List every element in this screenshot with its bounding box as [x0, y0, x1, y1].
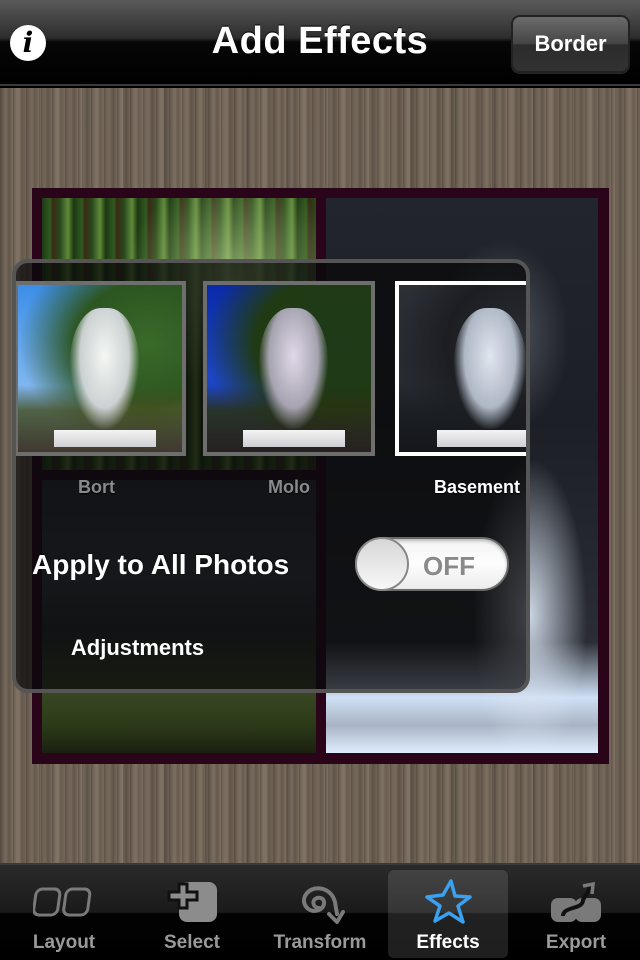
- tab-layout[interactable]: Layout: [4, 870, 124, 958]
- tab-effects[interactable]: Effects: [388, 870, 508, 958]
- effect-label-basement: Basement: [434, 477, 521, 497]
- effects-thumbnail-strip[interactable]: Bort Molo Basement: [16, 281, 526, 501]
- statue-figure: [259, 308, 329, 429]
- star-icon: [388, 878, 508, 926]
- export-icon: [516, 878, 636, 926]
- effect-preview-image: [399, 285, 526, 452]
- tab-label: Select: [164, 932, 220, 953]
- border-button[interactable]: Border: [511, 15, 630, 73]
- tab-bar: Layout Select Transform Effects Export: [0, 863, 640, 960]
- tab-label: Layout: [32, 932, 96, 953]
- layout-icon: [4, 878, 124, 926]
- effect-thumbnail-basement[interactable]: [395, 281, 526, 456]
- toggle-state-text: OFF: [423, 551, 475, 581]
- statue-pedestal: [436, 430, 526, 447]
- tab-select[interactable]: Select: [132, 870, 252, 958]
- apply-to-all-toggle[interactable]: OFF: [355, 537, 509, 591]
- statue-pedestal: [243, 430, 345, 447]
- apply-to-all-label: Apply to All Photos: [32, 549, 290, 580]
- effect-label-bort: Bort: [78, 477, 115, 497]
- navigation-bar: i Add Effects Border: [0, 0, 640, 86]
- transform-icon: [260, 878, 380, 926]
- tab-label: Transform: [273, 932, 367, 953]
- adjustments-button-label: Adjustments: [70, 635, 205, 660]
- tab-label: Effects: [416, 932, 480, 953]
- tab-label: Export: [545, 932, 607, 953]
- statue-figure: [70, 308, 140, 429]
- effects-panel: Bort Molo Basement Apply to All Photos O…: [12, 259, 530, 693]
- effect-thumbnail-bort[interactable]: [16, 281, 186, 456]
- statue-pedestal: [54, 430, 156, 447]
- tab-export[interactable]: Export: [516, 870, 636, 958]
- effect-preview-image: [207, 285, 371, 452]
- effect-preview-image: [18, 285, 182, 452]
- toggle-knob[interactable]: [355, 537, 409, 591]
- effect-thumbnail-molo[interactable]: [203, 281, 375, 456]
- adjustments-back-button[interactable]: Adjustments: [34, 619, 229, 676]
- tab-transform[interactable]: Transform: [260, 870, 380, 958]
- select-photo-icon: [132, 878, 252, 926]
- effect-label-molo: Molo: [268, 477, 310, 497]
- statue-figure: [454, 308, 526, 429]
